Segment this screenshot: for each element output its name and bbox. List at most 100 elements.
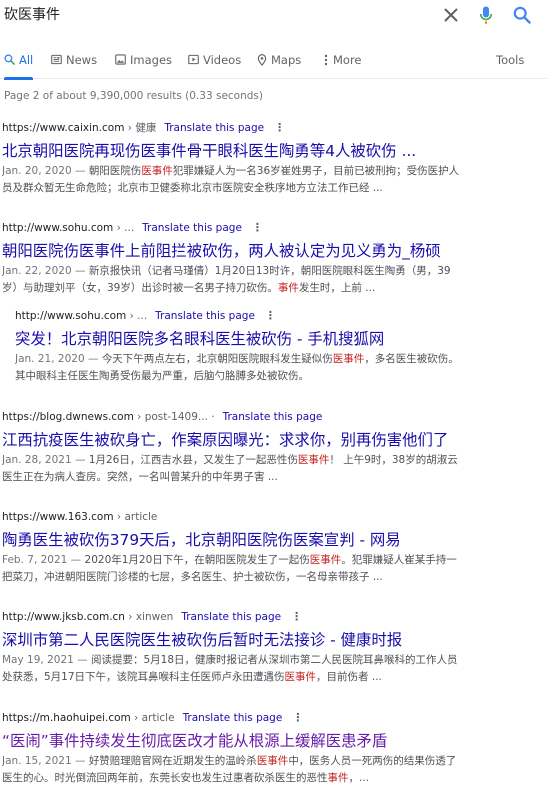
search-result-nested: http://www.sohu.com › ... Translate this… <box>15 309 542 385</box>
more-vertical-icon <box>324 54 328 66</box>
result-title[interactable]: 朝阳医院伤医事件上前阻拦被砍伤，两人被认定为见义勇为_杨硕 <box>2 241 542 261</box>
snippet-text: 新京报快讯（记者马瑾倩）1月20日13时许，朝阳医院眼科医生陶勇（男，39 <box>88 265 451 277</box>
tab-label: More <box>333 53 362 67</box>
translate-link[interactable]: Translate this page <box>223 410 323 424</box>
translate-link[interactable]: Translate this page <box>142 221 242 235</box>
snippet-text: ，... <box>348 772 370 784</box>
tab-more[interactable]: More <box>323 49 362 79</box>
search-result: http://www.sohu.com › ... Translate this… <box>2 221 542 297</box>
result-title[interactable]: 陶勇医生被砍伤379天后，北京朝阳医院伤医案宣判 - 网易 <box>2 530 542 550</box>
tab-label: News <box>66 53 98 67</box>
snippet-text: 1月26日，江西吉水县，又发生了一起恶性伤 <box>88 454 298 466</box>
result-title[interactable]: 突发！北京朝阳医院多名眼科医生被砍伤 - 手机搜狐网 <box>15 329 542 349</box>
more-options-icon[interactable]: ⋮ <box>252 221 263 235</box>
result-path: article <box>124 511 158 523</box>
search-result: https://www.163.com › article 陶勇医生被砍伤379… <box>2 510 542 586</box>
snippet-text: 把菜刀，冲进朝阳医院门诊楼的七层，多名医生、护士被砍伤，一名母亲带孩子 ... <box>2 571 383 583</box>
result-title[interactable]: 江西抗疫医生被砍身亡，作案原因曝光：求求你，别再伤害他们了 <box>2 430 542 450</box>
result-title[interactable]: “医闹”事件持续发生彻底医改才能从根源上缓解医患矛盾 <box>2 731 542 751</box>
snippet-text: 。犯罪嫌疑人崔某手持一 <box>341 554 457 566</box>
result-site: https://www.caixin.com <box>2 122 125 134</box>
snippet-highlight: 医事件 <box>332 353 365 365</box>
snippet-text: ，多名医生被砍伤。 <box>364 353 459 365</box>
result-path: xinwen <box>135 611 174 623</box>
search-icon <box>4 54 15 65</box>
more-options-icon[interactable]: ⋮ <box>265 309 276 323</box>
tab-label: All <box>19 53 34 67</box>
result-date: Jan. 20, 2020 <box>2 165 72 177</box>
result-site: https://m.haohuipei.com <box>2 712 131 724</box>
tab-label: Maps <box>271 53 302 67</box>
map-pin-icon <box>257 54 267 66</box>
tab-all[interactable]: All <box>4 49 34 80</box>
result-site: https://blog.dwnews.com <box>2 411 134 423</box>
result-snippet: Jan. 21, 2020 — 今天下午两点左右，北京朝阳医院眼科发生疑似伤医事… <box>15 353 459 382</box>
snippet-text: 其中眼科主任医生陶勇受伤最为严重，后脑勺胳膊多处被砍伤。 <box>15 370 309 382</box>
close-icon[interactable] <box>439 3 463 27</box>
more-options-icon[interactable]: ⋮ <box>291 610 302 624</box>
result-snippet: Jan. 20, 2020 — 朝阳医院伤医事件犯罪嫌疑人为一名36岁崔姓男子，… <box>2 165 460 194</box>
more-options-icon[interactable]: ⋮ <box>274 121 285 135</box>
more-options-icon[interactable]: ⋮ <box>292 711 303 725</box>
snippet-highlight: 事件 <box>277 282 299 294</box>
result-date: Jan. 15, 2021 <box>2 755 72 767</box>
result-date: Jan. 28, 2021 <box>2 454 72 466</box>
active-tab-indicator <box>4 77 34 80</box>
snippet-highlight: 医事件 <box>256 755 289 767</box>
result-url: https://www.caixin.com › 健康 Translate th… <box>2 121 286 135</box>
snippet-text: 今天下午两点左右，北京朝阳医院眼科发生疑似伤 <box>101 353 333 365</box>
tab-label: Videos <box>203 53 242 67</box>
snippet-highlight: 事件 <box>327 772 349 784</box>
search-input[interactable]: 砍医事件 <box>4 0 439 30</box>
news-icon <box>51 54 62 65</box>
tab-news[interactable]: News <box>51 49 97 79</box>
snippet-text: 医生正在为病人查房。突然，一名叫曾某升的中年男子害 ... <box>2 471 278 483</box>
tools-button[interactable]: Tools <box>496 49 524 79</box>
result-date: Feb. 7, 2021 <box>2 554 68 566</box>
translate-link[interactable]: Translate this page <box>183 711 283 725</box>
snippet-text: 员及群众暂无生命危险；北京市卫健委称北京市医院安全秩序地方立法工作已经 ... <box>2 182 383 194</box>
result-site: http://www.sohu.com <box>15 310 127 322</box>
result-site: https://www.163.com <box>2 511 114 523</box>
result-snippet: Jan. 22, 2020 — 新京报快讯（记者马瑾倩）1月20日13时许，朝阳… <box>2 265 451 294</box>
result-date: May 19, 2021 <box>2 654 74 666</box>
result-title[interactable]: 深圳市第二人民医院医生被砍伤后暂时无法接诊 - 健康时报 <box>2 630 542 650</box>
tab-videos[interactable]: Videos <box>188 49 241 79</box>
result-url: https://www.163.com › article <box>2 511 158 523</box>
snippet-highlight: 医事件 <box>141 165 173 177</box>
snippet-text: ，目前伤者 ... <box>316 671 382 683</box>
tab-images[interactable]: Images <box>115 49 172 79</box>
microphone-icon[interactable] <box>476 3 496 27</box>
snippet-highlight: 医事件 <box>297 454 330 466</box>
search-result: http://www.jksb.com.cn › xinwen Translat… <box>2 610 542 686</box>
snippet-text: 朝阳医院伤 <box>88 165 142 177</box>
result-snippet: May 19, 2021 — 阅读提要：5月18日，健康时报记者从深圳市第二人民… <box>2 654 458 683</box>
result-url: https://m.haohuipei.com › article Transl… <box>2 711 304 725</box>
snippet-highlight: 医事件 <box>309 554 342 566</box>
result-site: http://www.jksb.com.cn <box>2 611 125 623</box>
result-snippet: Jan. 15, 2021 — 好赞赔理赔官网在近期发生的温岭杀医事件中，医务人… <box>2 755 457 784</box>
result-path: 健康 <box>135 122 157 134</box>
tools-label: Tools <box>496 53 525 67</box>
result-url: http://www.sohu.com › ... Translate this… <box>15 309 276 323</box>
search-bar: 砍医事件 <box>0 0 548 30</box>
tab-label: Images <box>130 53 173 67</box>
translate-link[interactable]: Translate this page <box>155 309 255 323</box>
snippet-text: 2020年1月20日下午，在朝阳医院发生了一起伤 <box>84 554 310 566</box>
snippet-text: 岁）与助理刘平（女，39岁）出诊时被一名男子持刀砍伤。 <box>2 282 278 294</box>
snippet-highlight: 医事件 <box>284 671 317 683</box>
snippet-text: ！ 上午9时，38岁的胡淑云 <box>329 454 458 466</box>
translate-link[interactable]: Translate this page <box>181 610 281 624</box>
video-icon <box>188 54 199 65</box>
translate-link[interactable]: Translate this page <box>164 121 264 135</box>
result-date: Jan. 22, 2020 <box>2 265 72 277</box>
search-icon[interactable] <box>510 3 534 27</box>
result-path: post-1409... <box>144 411 208 423</box>
result-site: http://www.sohu.com <box>2 222 114 234</box>
tab-maps[interactable]: Maps <box>257 49 301 79</box>
snippet-text: 好赞赔理赔官网在近期发生的温岭杀 <box>88 755 257 767</box>
result-title[interactable]: 北京朝阳医院再现伤医事件骨干眼科医生陶勇等4人被砍伤 ... <box>2 141 542 161</box>
result-url: https://blog.dwnews.com › post-1409... ·… <box>2 410 323 424</box>
result-stats: Page 2 of about 9,390,000 results (0.33 … <box>4 90 263 102</box>
result-path: ... <box>124 222 135 234</box>
